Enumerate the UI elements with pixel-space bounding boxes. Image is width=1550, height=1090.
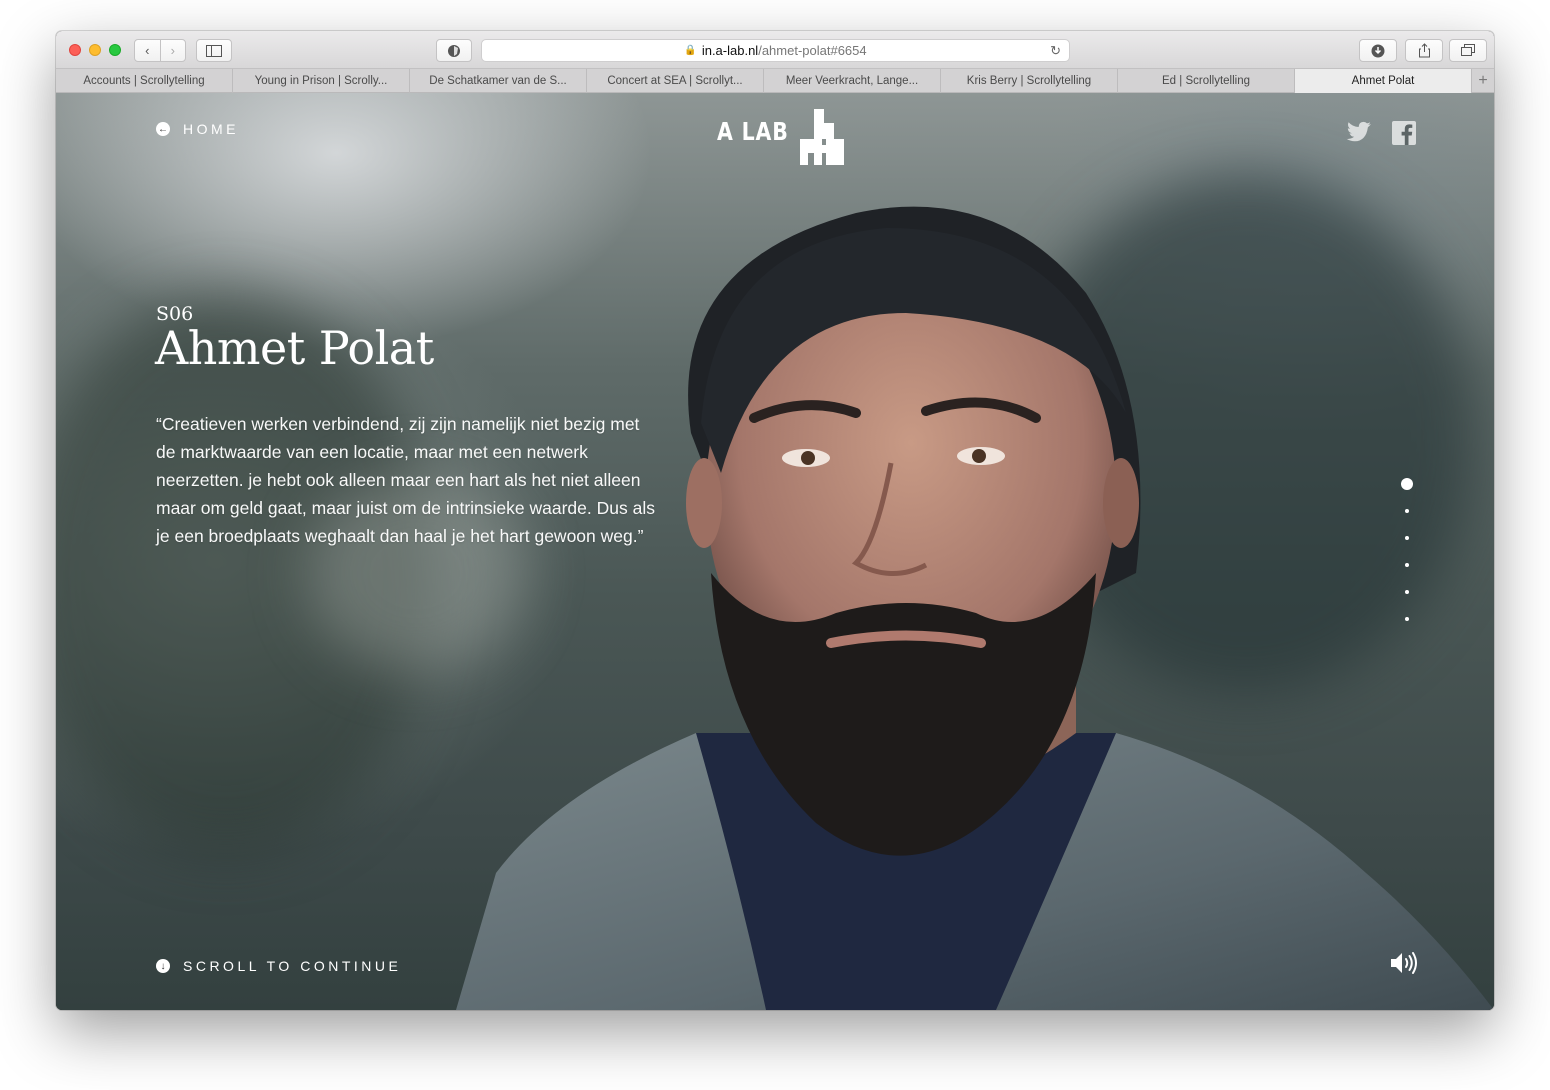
tab-young-in-prison[interactable]: Young in Prison | Scrolly... xyxy=(233,69,410,93)
facebook-share-button[interactable] xyxy=(1392,121,1416,145)
pagination-dot-3[interactable] xyxy=(1405,536,1409,540)
logo-text: A LAB xyxy=(717,117,789,146)
pagination-dot-2[interactable] xyxy=(1405,509,1409,513)
pagination-dot-5[interactable] xyxy=(1405,590,1409,594)
pagination-dot-1[interactable] xyxy=(1401,478,1413,490)
history-nav: ‹ › xyxy=(134,39,186,62)
pagination-dot-4[interactable] xyxy=(1405,563,1409,567)
tab-concert-at-sea[interactable]: Concert at SEA | Scrollyt... xyxy=(587,69,764,93)
privacy-extension-button[interactable] xyxy=(436,39,472,62)
browser-toolbar: ‹ › 🔒 in.a-lab.nl/ahmet-polat#6654 ↻ xyxy=(56,31,1494,69)
person-name-title: Ahmet Polat xyxy=(155,321,434,375)
download-icon xyxy=(1371,44,1385,57)
quote-text: “Creatieven werken verbindend, zij zijn … xyxy=(156,413,655,546)
address-bar[interactable]: 🔒 in.a-lab.nl/ahmet-polat#6654 ↻ xyxy=(481,39,1070,62)
new-tab-button[interactable]: + xyxy=(1472,69,1494,92)
scroll-label: SCROLL TO CONTINUE xyxy=(183,958,402,974)
scroll-to-continue-link[interactable]: ↓ SCROLL TO CONTINUE xyxy=(156,958,401,974)
downloads-button[interactable] xyxy=(1359,39,1397,62)
tab-meer-veerkracht[interactable]: Meer Veerkracht, Lange... xyxy=(764,69,941,93)
shield-icon xyxy=(448,44,460,57)
back-button[interactable]: ‹ xyxy=(135,40,160,61)
section-pagination xyxy=(1401,478,1413,644)
arrow-left-icon: ← xyxy=(156,122,170,136)
share-icon xyxy=(1418,43,1430,58)
sidebar-icon xyxy=(206,44,222,57)
facebook-icon xyxy=(1392,121,1416,145)
sidebar-toggle-button[interactable] xyxy=(196,39,232,62)
a-lab-logo-mark xyxy=(800,109,845,165)
close-window-button[interactable] xyxy=(69,44,81,56)
url-path: /ahmet-polat#6654 xyxy=(758,43,867,58)
reload-icon[interactable]: ↻ xyxy=(1050,43,1061,59)
tabs-icon xyxy=(1461,44,1475,56)
tab-bar: Accounts | Scrollytelling Young in Priso… xyxy=(56,69,1494,93)
tab-ed[interactable]: Ed | Scrollytelling xyxy=(1118,69,1295,93)
pagination-dot-6[interactable] xyxy=(1405,617,1409,621)
url-domain: in.a-lab.nl xyxy=(701,43,759,58)
portrait-photo xyxy=(456,206,1494,1010)
twitter-share-button[interactable] xyxy=(1346,121,1372,143)
home-link[interactable]: ← HOME xyxy=(156,121,239,137)
forward-button[interactable]: › xyxy=(159,40,186,61)
minimize-window-button[interactable] xyxy=(89,44,101,56)
zoom-window-button[interactable] xyxy=(109,44,121,56)
tab-accounts[interactable]: Accounts | Scrollytelling xyxy=(56,69,233,93)
story-page: ← HOME A LAB S06 Ahmet Polat “Creatieven… xyxy=(56,93,1494,1010)
twitter-icon xyxy=(1346,121,1371,142)
tab-overview-button[interactable] xyxy=(1449,39,1487,62)
tab-kris-berry[interactable]: Kris Berry | Scrollytelling xyxy=(941,69,1118,93)
arrow-down-icon: ↓ xyxy=(156,959,170,973)
speaker-icon xyxy=(1391,952,1417,974)
share-button[interactable] xyxy=(1405,39,1443,62)
lock-icon: 🔒 xyxy=(684,45,697,56)
home-label: HOME xyxy=(183,121,239,137)
a-lab-logo[interactable]: A LAB xyxy=(717,109,848,165)
tab-de-schatkamer[interactable]: De Schatkamer van de S... xyxy=(410,69,587,93)
sound-toggle-button[interactable] xyxy=(1389,951,1419,980)
tab-ahmet-polat[interactable]: Ahmet Polat xyxy=(1295,69,1472,93)
browser-window: ‹ › 🔒 in.a-lab.nl/ahmet-polat#6654 ↻ Acc… xyxy=(56,31,1494,1010)
